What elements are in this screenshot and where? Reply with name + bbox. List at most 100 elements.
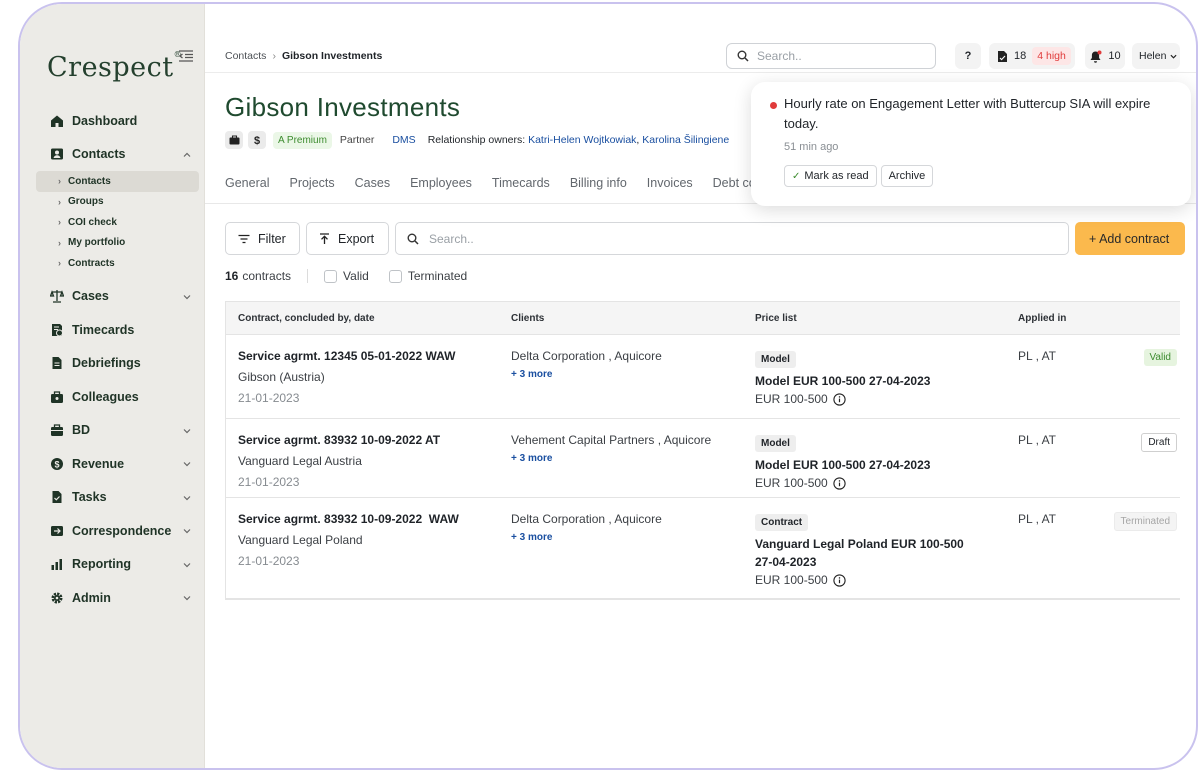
tab-projects[interactable]: Projects (289, 176, 334, 190)
submenu-item-contacts[interactable]: › Contacts (36, 171, 199, 192)
breadcrumb-link-contacts[interactable]: Contacts (225, 50, 266, 62)
billing-badge: $ (248, 131, 266, 149)
status-badge: Valid (1143, 349, 1177, 366)
breadcrumb-current: Gibson Investments (281, 50, 383, 62)
add-contract-button[interactable]: + Add contract (1075, 222, 1185, 255)
submenu-label: Groups (68, 196, 104, 208)
sidebar: Crespect® Dashboard Contacts › Contacts ›… (20, 4, 205, 768)
notifications-button[interactable]: 10 (1085, 43, 1125, 69)
chevron-down-icon[interactable] (183, 494, 191, 502)
chevron-down-icon[interactable] (183, 427, 191, 435)
sidebar-item-contacts[interactable]: Contacts (36, 138, 199, 172)
submenu-item-my-portfolio[interactable]: › My portfolio (36, 233, 199, 254)
collapse-sidebar-icon[interactable] (178, 48, 194, 64)
tab-timecards[interactable]: Timecards (492, 176, 550, 190)
tasks-button[interactable]: 18 4 high (989, 43, 1075, 69)
sidebar-item-colleagues[interactable]: Colleagues (36, 380, 199, 414)
global-search[interactable] (726, 43, 936, 69)
info-icon[interactable] (833, 573, 846, 587)
valid-checkbox-label: Valid (343, 269, 369, 283)
valid-checkbox[interactable] (324, 269, 338, 283)
more-clients-link[interactable]: + 3 more (511, 369, 743, 380)
sidebar-item-debriefings[interactable]: Debriefings (36, 347, 199, 381)
contracts-search[interactable] (395, 222, 1069, 255)
sidebar-item-correspondence[interactable]: Correspondence (36, 514, 199, 548)
contract-title[interactable]: Service agrmt. 12345 05-01-2022 WAW (238, 349, 499, 363)
gear-icon (51, 592, 63, 604)
price-list-name[interactable]: Vanguard Legal Poland EUR 100-500 27-04-… (755, 535, 970, 571)
filter-button[interactable]: Filter (225, 222, 300, 255)
column-header-clients[interactable]: Clients (499, 313, 743, 324)
tasks-high-badge: 4 high (1032, 47, 1071, 65)
tab-employees[interactable]: Employees (410, 176, 472, 190)
tab-billing-info[interactable]: Billing info (570, 176, 627, 190)
info-icon[interactable] (833, 476, 846, 490)
tab-invoices[interactable]: Invoices (647, 176, 693, 190)
tab-cases[interactable]: Cases (355, 176, 390, 190)
contract-title[interactable]: Service agrmt. 83932 10-09-2022 WAW (238, 512, 499, 526)
sidebar-item-admin[interactable]: Admin (36, 581, 199, 615)
owner-link[interactable]: Karolina Šilingiene (642, 134, 729, 146)
user-menu[interactable]: Helen (1132, 43, 1180, 69)
table-row[interactable]: Service agrmt. 83932 10-09-2022 WAW Vang… (226, 498, 1180, 599)
price-range: EUR 100-500 (755, 476, 1006, 490)
tab-general[interactable]: General (225, 176, 269, 190)
owner-link[interactable]: Katri-Helen Wojtkowiak (528, 134, 636, 146)
chevron-down-icon[interactable] (183, 561, 191, 569)
chevron-down-icon[interactable] (183, 527, 191, 535)
sidebar-item-tasks[interactable]: Tasks (36, 481, 199, 515)
chevron-down-icon[interactable] (183, 594, 191, 602)
info-icon[interactable] (833, 392, 846, 406)
submenu-item-groups[interactable]: › Groups (36, 192, 199, 213)
price-list-name[interactable]: Model EUR 100-500 27-04-2023 (755, 456, 1006, 474)
sidebar-item-dashboard[interactable]: Dashboard (36, 104, 199, 138)
sidebar-item-bd[interactable]: BD (36, 414, 199, 448)
global-search-input[interactable] (757, 49, 917, 63)
sidebar-item-label: Tasks (72, 490, 107, 505)
submenu-item-contracts[interactable]: › Contracts (36, 253, 199, 274)
filter-icon (238, 234, 250, 243)
contacts-submenu: › Contacts › Groups › COI check › My portfol… (36, 171, 199, 274)
sidebar-item-label: Timecards (72, 322, 135, 337)
sidebar-nav: Dashboard Contacts › Contacts › Groups › CO… (36, 104, 199, 615)
sidebar-item-label: Admin (72, 590, 111, 605)
price-list-cell: Model Model EUR 100-500 27-04-2023 EUR 1… (743, 419, 1006, 497)
more-clients-link[interactable]: + 3 more (511, 532, 743, 543)
export-button[interactable]: Export (306, 222, 389, 255)
status-cell: Valid (1106, 335, 1180, 418)
dms-link[interactable]: DMS (392, 134, 415, 146)
terminated-checkbox[interactable] (388, 269, 402, 283)
chevron-up-icon[interactable] (183, 151, 191, 159)
price-list-name[interactable]: Model EUR 100-500 27-04-2023 (755, 372, 1006, 390)
briefcase-icon (51, 391, 63, 403)
price-list-cell: Model Model EUR 100-500 27-04-2023 EUR 1… (743, 335, 1006, 418)
contracts-table: Contract, concluded by, date Clients Pri… (225, 301, 1180, 600)
more-clients-link[interactable]: + 3 more (511, 453, 743, 464)
sidebar-item-revenue[interactable]: $ Revenue (36, 447, 199, 481)
sidebar-item-timecards[interactable]: Timecards (36, 313, 199, 347)
breadcrumb-separator: › (272, 50, 276, 62)
contracts-search-input[interactable] (429, 231, 1029, 246)
help-button[interactable]: ? (955, 43, 981, 69)
tab-debt-collection[interactable]: Debt co (713, 176, 756, 190)
column-header-applied-in[interactable]: Applied in (1006, 313, 1106, 324)
premium-badge: A Premium (273, 131, 332, 149)
relationship-owners: Relationship owners: Katri-Helen Wojtkow… (427, 134, 730, 146)
mark-as-read-button[interactable]: ✓ Mark as read (784, 165, 877, 187)
submenu-item-coi-check[interactable]: › COI check (36, 212, 199, 233)
chevron-down-icon[interactable] (183, 460, 191, 468)
archive-button[interactable]: Archive (880, 165, 934, 187)
chevron-down-icon[interactable] (183, 293, 191, 301)
sidebar-item-reporting[interactable]: Reporting (36, 548, 199, 582)
contract-title[interactable]: Service agrmt. 83932 10-09-2022 AT (238, 433, 499, 447)
table-row[interactable]: Service agrmt. 83932 10-09-2022 AT Vangu… (226, 419, 1180, 498)
clients-cell: Vehement Capital Partners , Aquicore + 3… (499, 419, 743, 497)
notification-message[interactable]: Hourly rate on Engagement Letter with Bu… (784, 94, 1154, 134)
sidebar-item-label: Correspondence (72, 523, 172, 538)
column-header-contract[interactable]: Contract, concluded by, date (226, 313, 499, 324)
column-header-price-list[interactable]: Price list (743, 313, 1006, 324)
table-row[interactable]: Service agrmt. 12345 05-01-2022 WAW Gibs… (226, 335, 1180, 419)
contracts-count: 16 (225, 269, 239, 283)
sidebar-item-cases[interactable]: Cases (36, 280, 199, 314)
check-icon: ✓ (792, 170, 801, 182)
